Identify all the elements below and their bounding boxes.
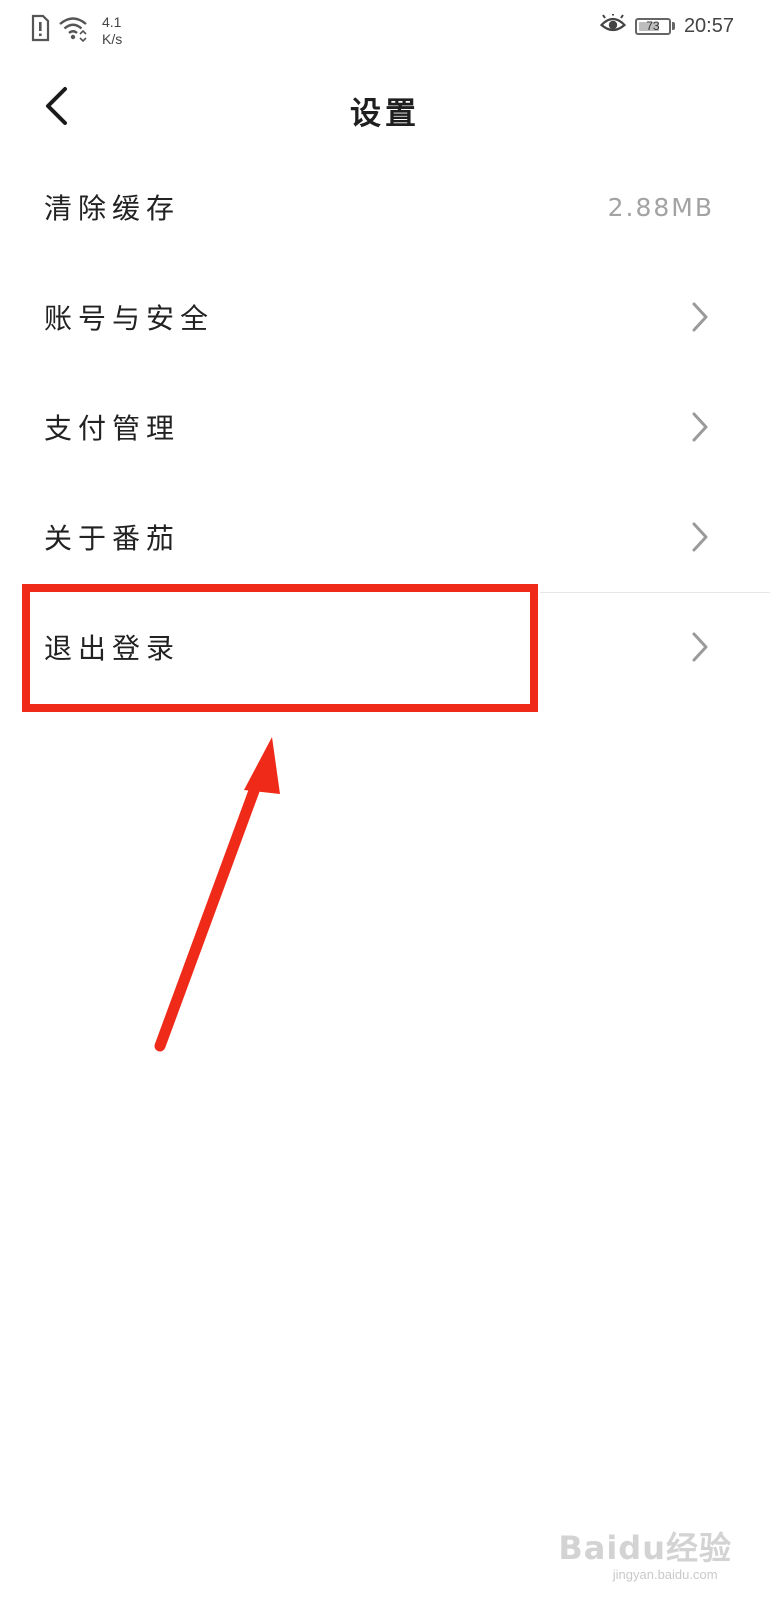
watermark-brand: Baidu经验 — [558, 1529, 732, 1567]
baidu-watermark: Baidu经验 jingyan.baidu.com — [558, 1531, 732, 1582]
annotation-arrow-icon — [154, 737, 280, 1052]
watermark-url: jingyan.baidu.com — [612, 1567, 718, 1582]
